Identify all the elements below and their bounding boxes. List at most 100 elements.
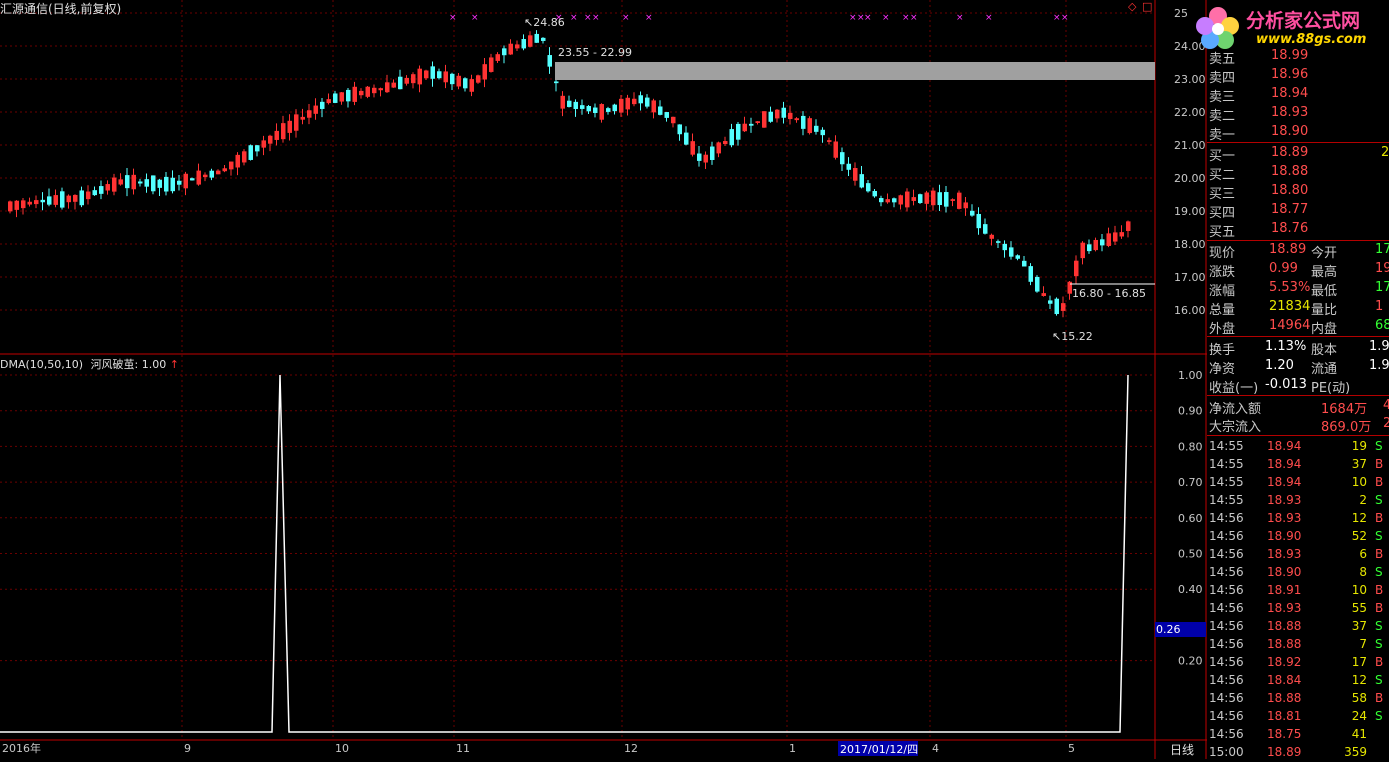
candle-body — [281, 123, 286, 140]
candle-body — [1080, 242, 1085, 259]
quote-label: 今开 — [1311, 246, 1338, 261]
candle-body — [1126, 221, 1131, 231]
quote-label: 涨跌 — [1209, 265, 1236, 280]
candle-body — [521, 39, 526, 49]
candle-body — [547, 55, 552, 67]
trade-time: 14:56 — [1209, 601, 1244, 615]
candle-body — [34, 200, 39, 205]
candle-body — [125, 175, 130, 189]
candle-body — [417, 68, 422, 85]
candle-body — [859, 174, 864, 188]
candle-body — [814, 125, 819, 132]
trade-time: 14:56 — [1209, 637, 1244, 651]
trade-side: B — [1375, 457, 1384, 471]
divider — [1207, 395, 1389, 396]
candle-body — [378, 88, 383, 91]
trade-time: 14:56 — [1209, 565, 1244, 579]
bid-row: 买一 18.89 2 — [1207, 145, 1389, 164]
trade-row: 14:56 18.88 37 S — [1207, 618, 1389, 636]
candle-body — [229, 161, 234, 170]
candle-body — [437, 71, 442, 79]
square-icon[interactable]: □ — [1142, 0, 1152, 13]
trade-row: 14:56 18.93 12 B — [1207, 510, 1389, 528]
quote-value: 21834 — [1269, 299, 1311, 314]
candle-body — [567, 100, 572, 107]
trade-time: 14:56 — [1209, 619, 1244, 633]
trade-time: 14:56 — [1209, 709, 1244, 723]
candle-body — [918, 194, 923, 204]
signal-marker: × — [622, 13, 630, 23]
indicator-value: 河风破茧: 1.00 — [90, 358, 167, 371]
price-tick: 22.00 — [1174, 106, 1206, 119]
trade-time: 14:55 — [1209, 475, 1244, 489]
period-label[interactable]: 日线 — [1170, 741, 1194, 758]
candle-body — [638, 95, 643, 104]
trade-time: 14:56 — [1209, 691, 1244, 705]
candle-body — [177, 180, 182, 185]
quote-label: 内盘 — [1311, 322, 1338, 337]
trade-row: 14:56 18.88 58 B — [1207, 690, 1389, 708]
candle-body — [190, 178, 195, 181]
candle-body — [911, 197, 916, 201]
trade-price: 18.91 — [1267, 583, 1302, 597]
ask-price: 18.94 — [1271, 86, 1309, 101]
trade-side: B — [1375, 511, 1384, 525]
low-annotation: ↖15.22 — [1052, 330, 1093, 343]
trade-time: 15:00 — [1209, 745, 1244, 759]
bid-volume: 2 — [1381, 145, 1389, 160]
flow-value: 869.0万 — [1321, 420, 1372, 435]
trade-row: 14:55 18.94 10 B — [1207, 474, 1389, 492]
trade-row: 14:56 18.91 10 B — [1207, 582, 1389, 600]
candle-body — [872, 190, 877, 197]
chart-title: 汇源通信(日线,前复权) — [0, 2, 122, 16]
band-annotation: 23.55 - 22.99 — [558, 46, 632, 59]
trade-side: B — [1375, 601, 1384, 615]
candle-body — [801, 115, 806, 129]
trade-price: 18.88 — [1267, 637, 1302, 651]
candle-body — [268, 135, 273, 144]
quote-value: 19 — [1375, 261, 1389, 276]
quote-value: 18.89 — [1269, 242, 1307, 257]
candle-body — [170, 177, 175, 192]
trade-row: 14:56 18.84 12 S — [1207, 672, 1389, 690]
trade-price: 18.93 — [1267, 601, 1302, 615]
signal-marker: × — [570, 13, 578, 23]
candle-body — [307, 110, 312, 118]
quote-row: 涨幅 5.53% 最低 17 — [1207, 280, 1389, 299]
candle-body — [1022, 260, 1027, 267]
resistance-band — [555, 62, 1155, 80]
indicator-tick: 1.00 — [1178, 369, 1203, 382]
candle-body — [697, 153, 702, 161]
candle-body — [1002, 243, 1007, 251]
candle-body — [944, 192, 949, 207]
candle-body — [768, 111, 773, 122]
stat-value: 1.9 — [1369, 339, 1389, 354]
trade-row: 14:56 18.81 24 S — [1207, 708, 1389, 726]
chart-area[interactable]: × × × × × × × × × × × × × × × × × × 2524.0023.0022.0021.0… — [0, 0, 1207, 759]
trade-side: B — [1375, 655, 1384, 669]
candle-body — [112, 177, 117, 192]
candle-body — [1061, 303, 1066, 311]
signal-marker: × — [985, 13, 993, 23]
cursor-date: 2017/01/12/四 — [840, 743, 919, 756]
bid-label: 买三 — [1209, 187, 1236, 202]
stat-label: 收益(一) — [1209, 381, 1259, 396]
quote-row: 总量 21834 量比 1 — [1207, 299, 1389, 318]
candle-body — [1100, 239, 1105, 246]
bid-label: 买一 — [1209, 149, 1236, 164]
candle-body — [391, 82, 396, 88]
trade-row: 14:56 18.92 17 B — [1207, 654, 1389, 672]
trade-row: 14:56 18.75 41 — [1207, 726, 1389, 744]
candle-body — [775, 109, 780, 119]
trade-price: 18.75 — [1267, 727, 1302, 741]
candle-body — [294, 114, 299, 131]
indicator-label: DMA(10,50,10) — [0, 358, 84, 371]
signal-marker: × — [645, 13, 653, 23]
trade-price: 18.93 — [1267, 511, 1302, 525]
divider — [1207, 435, 1389, 436]
candle-body — [144, 179, 149, 187]
signal-marker: × — [910, 13, 918, 23]
diamond-icon[interactable]: ◇ — [1128, 0, 1136, 13]
candle-body — [632, 98, 637, 105]
candle-body — [352, 86, 357, 102]
